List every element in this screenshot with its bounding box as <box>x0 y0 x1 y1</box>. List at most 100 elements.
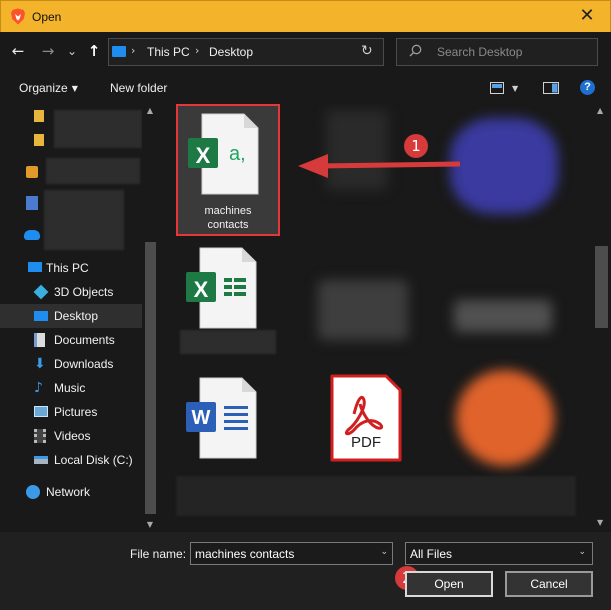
file-name-line: contacts <box>207 219 249 231</box>
navigation-pane-scrollbar[interactable]: ▲ ▼ <box>142 104 158 532</box>
redacted-file-item[interactable] <box>318 280 408 340</box>
sidebar-item-label: Downloads <box>54 357 114 371</box>
videos-icon <box>34 429 46 443</box>
chevron-down-icon: ▼ <box>71 84 78 93</box>
back-arrow-icon[interactable]: ← <box>10 40 26 62</box>
navigation-bar: ← → ⌄ ↑ › This PC › Desktop ⌄ ↻ Search D… <box>0 32 611 72</box>
file-name-value: machines contacts <box>195 547 295 561</box>
navigation-pane: This PC 3D Objects Desktop Documents ⬇ D… <box>0 104 158 532</box>
sidebar-item-this-pc[interactable]: This PC <box>0 256 142 280</box>
sidebar-item-label: 3D Objects <box>54 285 114 299</box>
callout-arrow <box>298 154 461 178</box>
help-icon[interactable]: ? <box>580 80 595 95</box>
pdf-label: PDF <box>351 434 381 451</box>
change-view-icon[interactable] <box>490 82 504 94</box>
3d-objects-icon <box>33 284 49 300</box>
excel-badge: X <box>195 143 211 168</box>
sidebar-item-label: This PC <box>46 261 89 275</box>
sidebar-item-label: Pictures <box>54 405 98 419</box>
music-icon: ♪ <box>34 380 43 396</box>
downloads-icon: ⬇ <box>34 356 46 372</box>
search-icon <box>409 44 422 57</box>
preview-pane-icon[interactable] <box>543 82 559 94</box>
excel-badge: X <box>193 277 209 302</box>
file-type-value: All Files <box>410 547 453 561</box>
sidebar-item-documents[interactable]: Documents <box>0 328 142 352</box>
word-badge: W <box>191 407 211 429</box>
breadcrumb-separator-icon: › <box>195 44 200 57</box>
sidebar-item-music[interactable]: ♪ Music <box>0 376 142 400</box>
redacted-file-item[interactable] <box>450 118 558 214</box>
file-name-combobox[interactable]: machines contacts ⌄ <box>190 542 393 565</box>
csv-glyph: a, <box>229 143 246 165</box>
pinned-folder-icon <box>26 166 38 178</box>
command-bar: Organize ▼ New folder ▼ ? <box>0 72 611 104</box>
sidebar-item-3d-objects[interactable]: 3D Objects <box>0 280 142 304</box>
sidebar-item-network[interactable]: Network <box>0 480 142 504</box>
file-list-scrollbar[interactable]: ▲ ▼ <box>593 104 611 532</box>
breadcrumb-desktop[interactable]: Desktop <box>209 45 253 59</box>
folder-icon <box>34 110 44 122</box>
brave-browser-icon <box>11 8 25 25</box>
title-bar: Open ✕ <box>0 0 611 32</box>
cancel-button[interactable]: Cancel <box>505 571 593 597</box>
search-placeholder: Search Desktop <box>437 45 523 59</box>
close-icon[interactable]: ✕ <box>576 5 598 27</box>
sidebar-item-desktop[interactable]: Desktop <box>0 304 142 328</box>
redacted-file-item[interactable] <box>456 370 554 466</box>
sidebar-item-label: Documents <box>54 333 115 347</box>
sidebar-item-downloads[interactable]: ⬇ Downloads <box>0 352 142 376</box>
redacted-item <box>44 190 124 250</box>
window-title: Open <box>32 10 62 24</box>
pictures-icon <box>34 406 48 417</box>
address-bar[interactable]: › This PC › Desktop ⌄ ↻ <box>108 38 448 66</box>
file-name-line: machines <box>204 205 252 217</box>
library-icon <box>26 196 38 210</box>
file-name-label: File name: <box>130 547 187 561</box>
scroll-up-icon[interactable]: ▲ <box>597 106 603 115</box>
scrollbar-thumb[interactable] <box>145 242 156 514</box>
redacted-item <box>46 158 140 184</box>
breadcrumb-separator-icon: › <box>131 44 136 57</box>
network-icon <box>26 485 40 499</box>
sidebar-item-local-disk[interactable]: Local Disk (C:) <box>0 448 142 472</box>
this-pc-icon <box>112 46 126 57</box>
forward-arrow-icon[interactable]: → <box>40 40 56 62</box>
chevron-down-icon[interactable]: ⌄ <box>380 547 388 557</box>
refresh-icon[interactable]: ↻ <box>361 43 373 59</box>
up-arrow-icon[interactable]: ↑ <box>86 40 102 62</box>
sidebar-item-label: Music <box>54 381 86 395</box>
onedrive-icon <box>24 230 40 240</box>
file-item-machines-contacts[interactable]: X a, machines contacts <box>176 104 280 236</box>
sidebar-item-label: Network <box>46 485 91 499</box>
redacted-file-name <box>180 330 276 354</box>
scroll-down-icon[interactable]: ▼ <box>597 518 603 527</box>
scrollbar-thumb[interactable] <box>595 246 608 328</box>
search-input[interactable]: Search Desktop <box>396 38 598 66</box>
open-button[interactable]: Open <box>405 571 493 597</box>
sidebar-item-videos[interactable]: Videos <box>0 424 142 448</box>
scroll-down-icon[interactable]: ▼ <box>144 520 156 529</box>
chevron-down-icon[interactable]: ⌄ <box>578 547 586 557</box>
new-folder-button[interactable]: New folder <box>110 81 167 95</box>
documents-icon <box>34 333 45 347</box>
recent-locations-chevron-icon[interactable]: ⌄ <box>66 40 78 62</box>
sidebar-item-pictures[interactable]: Pictures <box>0 400 142 424</box>
redacted-file-names <box>176 476 576 516</box>
redacted-file-item[interactable] <box>454 300 552 332</box>
scroll-up-icon[interactable]: ▲ <box>144 106 156 115</box>
sidebar-item-label: Videos <box>54 429 91 443</box>
view-options-chevron-icon[interactable]: ▼ <box>512 84 518 93</box>
sidebar-item-label: Desktop <box>54 309 99 323</box>
organize-menu-button[interactable]: Organize ▼ <box>19 81 78 95</box>
file-type-select[interactable]: All Files ⌄ <box>405 542 593 565</box>
file-dialog-footer: File name: machines contacts ⌄ All Files… <box>0 532 611 610</box>
folder-icon <box>34 134 44 146</box>
organize-label: Organize <box>19 81 68 95</box>
sidebar-item-label: Local Disk (C:) <box>54 453 133 467</box>
this-pc-icon <box>28 262 42 272</box>
breadcrumb-this-pc[interactable]: This PC <box>147 45 190 59</box>
local-disk-icon <box>34 456 48 464</box>
callout-badge-1: 1 <box>404 134 428 158</box>
file-list: X a, machines contacts X W PDF 1 <box>158 104 593 532</box>
